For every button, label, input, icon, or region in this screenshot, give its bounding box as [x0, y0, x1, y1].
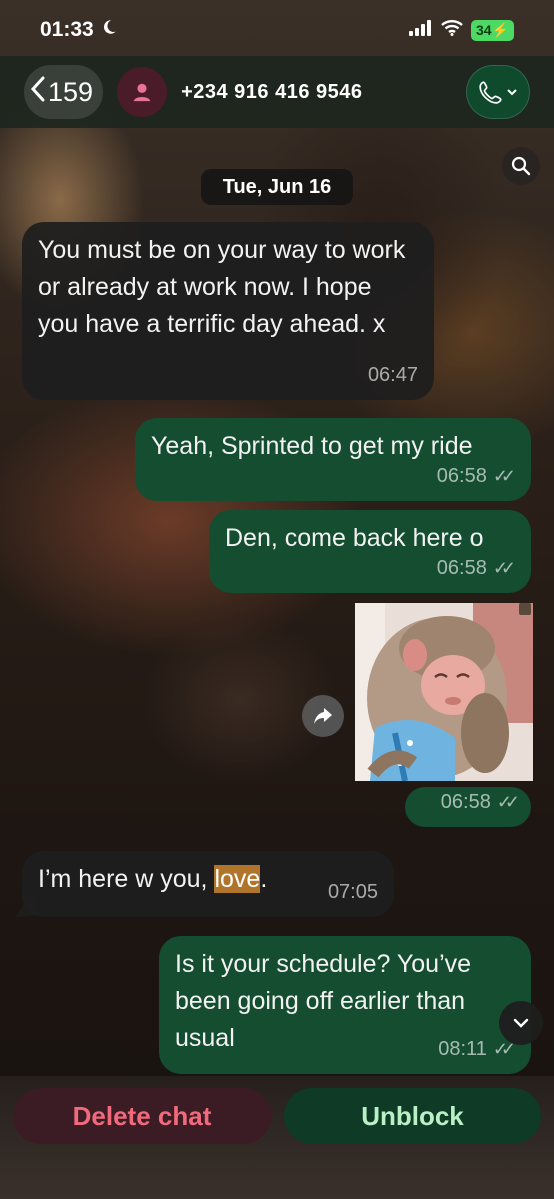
read-receipt-icon: ✓✓	[492, 558, 516, 578]
message-text: You must be on your way to work or alrea…	[38, 236, 406, 338]
message-incoming[interactable]: You must be on your way to work or alrea…	[22, 222, 434, 400]
forward-button[interactable]	[302, 695, 344, 737]
unread-count: 159	[48, 76, 94, 107]
moon-icon	[100, 18, 118, 42]
message-outgoing[interactable]: Den, come back here o 06:58 ✓✓	[209, 510, 531, 593]
search-highlight: love	[214, 865, 261, 893]
message-meta: 06:58 ✓✓	[440, 784, 520, 821]
back-button[interactable]: 159	[24, 65, 104, 119]
call-button[interactable]	[466, 65, 530, 119]
unblock-button[interactable]: Unblock	[284, 1088, 541, 1144]
status-time: 01:33	[40, 18, 94, 41]
charging-icon: ⚡	[491, 21, 509, 38]
message-text-part: .	[260, 865, 268, 893]
message-time: 06:47	[367, 364, 418, 386]
date-separator: Tue, Jun 16	[201, 169, 353, 205]
delete-chat-button[interactable]: Delete chat	[13, 1088, 271, 1144]
signal-icon	[408, 18, 433, 42]
search-icon	[511, 156, 531, 176]
chevron-left-icon	[30, 76, 46, 108]
read-receipt-icon: ✓✓	[496, 792, 520, 812]
message-meta: 06:58 ✓✓	[436, 550, 516, 587]
chat-header: 159 +234 916 416 9546	[0, 56, 554, 128]
sticker-pack-icon	[519, 603, 531, 615]
message-meta: 06:58 ✓✓	[436, 458, 516, 495]
message-time: 06:58	[436, 465, 487, 487]
contact-name[interactable]: +234 916 416 9546	[181, 81, 362, 104]
message-time: 06:58	[436, 557, 487, 579]
search-button[interactable]	[502, 147, 540, 185]
forward-icon	[314, 708, 332, 724]
chevron-down-icon	[507, 89, 517, 96]
battery-level: 34	[475, 21, 492, 38]
wifi-icon	[441, 18, 463, 42]
status-indicators: 34⚡	[408, 18, 514, 42]
message-incoming[interactable]: I’m here w you, love. 07:05	[22, 851, 394, 917]
sad-monkey-sticker[interactable]	[355, 603, 533, 781]
message-time: 06:58	[440, 791, 491, 813]
phone-icon	[479, 81, 502, 104]
read-receipt-icon: ✓✓	[492, 466, 516, 486]
bubble-tail	[14, 895, 36, 917]
message-time: 07:05	[327, 881, 378, 903]
message-text-part: I’m here w you,	[38, 865, 215, 893]
status-time-group: 01:33	[40, 18, 118, 42]
message-time: 08:11	[438, 1038, 487, 1060]
battery-indicator: 34⚡	[470, 19, 514, 41]
sticker-meta-bubble: 06:58 ✓✓	[405, 787, 531, 827]
person-icon	[133, 83, 151, 102]
message-outgoing[interactable]: Is it your schedule? You’ve been going o…	[159, 936, 531, 1074]
message-meta: 07:05	[328, 874, 378, 911]
message-outgoing[interactable]: Yeah, Sprinted to get my ride 06:58 ✓✓	[135, 418, 531, 501]
scroll-to-bottom-button[interactable]	[499, 1001, 543, 1045]
status-bar: 01:33 34⚡	[0, 0, 554, 60]
message-meta: 06:47	[368, 357, 418, 394]
chevron-down-icon	[513, 1018, 529, 1028]
avatar[interactable]	[117, 67, 168, 117]
